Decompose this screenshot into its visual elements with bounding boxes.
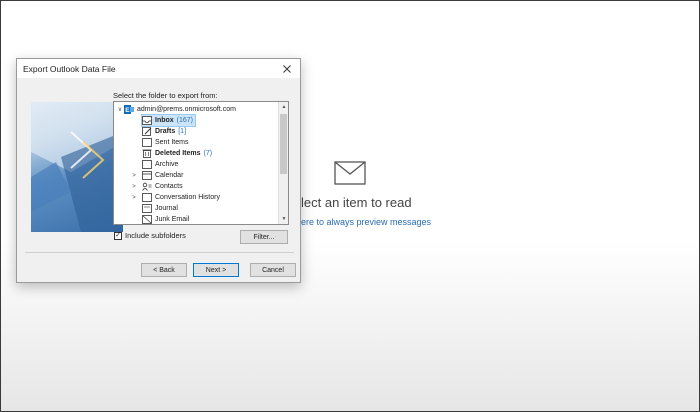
- close-button[interactable]: [274, 59, 300, 79]
- tree-item-journal[interactable]: Journal: [142, 203, 178, 214]
- include-subfolders-label: Include subfolders: [125, 231, 186, 240]
- dialog-titlebar: Export Outlook Data File: [17, 59, 300, 79]
- dialog-title: Export Outlook Data File: [23, 64, 116, 74]
- svg-text:E: E: [125, 107, 130, 114]
- envelope-icon: [334, 161, 366, 185]
- scroll-thumb[interactable]: [280, 114, 287, 174]
- wizard-banner-image: [31, 102, 123, 232]
- expand-chevron-icon[interactable]: >: [130, 195, 138, 201]
- tree-item-label: Journal: [155, 205, 178, 212]
- close-icon: [283, 65, 291, 73]
- always-preview-link[interactable]: ere to always preview messages: [301, 217, 431, 227]
- journal-icon: [142, 204, 152, 213]
- export-dialog: Export Outlook Data File Select the fold…: [16, 58, 301, 283]
- outlook-window: lect an item to read ere to always previ…: [0, 0, 700, 412]
- next-button[interactable]: Next >: [193, 263, 239, 277]
- filter-button[interactable]: Filter...: [240, 230, 288, 244]
- cancel-button[interactable]: Cancel: [250, 263, 296, 277]
- tree-item-count: [1]: [178, 128, 187, 135]
- folder-tree[interactable]: ∨ E admin@prems.onmicrosoft.com Inbox (1…: [113, 101, 289, 225]
- dialog-divider: [25, 252, 294, 253]
- tree-item-calendar[interactable]: > Calendar: [130, 170, 183, 181]
- calendar-icon: [142, 171, 152, 180]
- tree-item-label: Drafts: [155, 128, 176, 135]
- tree-item-junk-email[interactable]: Junk Email: [142, 214, 190, 224]
- expand-chevron-icon[interactable]: >: [130, 173, 138, 179]
- reading-pane: lect an item to read ere to always previ…: [301, 151, 699, 251]
- expand-chevron-icon[interactable]: >: [130, 184, 138, 190]
- tree-item-deleted-items[interactable]: Deleted Items (7): [142, 148, 212, 159]
- drafts-icon: [142, 127, 152, 136]
- tree-item-count: (7): [203, 150, 213, 157]
- tree-item-label: Conversation History: [155, 194, 220, 201]
- tree-item-label: Inbox: [155, 117, 174, 124]
- tree-item-inbox[interactable]: Inbox (167): [140, 114, 197, 127]
- tree-item-archive[interactable]: Archive: [142, 159, 178, 170]
- tree-item-count: (167): [176, 117, 194, 124]
- tree-item-label: Contacts: [155, 183, 183, 190]
- tree-item-conversation-history[interactable]: > Conversation History: [130, 192, 220, 203]
- tree-account-label: admin@prems.onmicrosoft.com: [137, 106, 236, 113]
- tree-item-label: Calendar: [155, 172, 184, 179]
- tree-scrollbar[interactable]: ▲ ▼: [278, 102, 288, 224]
- tree-item-label: Junk Email: [155, 216, 190, 223]
- tree-item-label: Archive: [155, 161, 179, 168]
- empty-reading-pane-message: lect an item to read: [301, 195, 412, 210]
- archive-icon: [142, 160, 152, 169]
- sent-icon: [142, 138, 152, 147]
- select-folder-label: Select the folder to export from:: [113, 91, 218, 100]
- back-button[interactable]: < Back: [141, 263, 187, 277]
- tree-item-label: Sent Items: [155, 139, 189, 146]
- contacts-icon: [142, 182, 152, 191]
- trash-icon: [142, 149, 152, 158]
- folder-icon: [142, 193, 152, 202]
- checkbox-checked-icon[interactable]: ✓: [114, 231, 122, 240]
- outlook-account-icon: E: [124, 105, 134, 114]
- tree-item-drafts[interactable]: Drafts [1]: [142, 126, 186, 137]
- include-subfolders-checkbox[interactable]: ✓ Include subfolders: [114, 231, 186, 240]
- inbox-icon: [142, 116, 152, 125]
- scroll-up-arrow-icon[interactable]: ▲: [279, 102, 288, 112]
- tree-account-row[interactable]: ∨ E admin@prems.onmicrosoft.com: [116, 104, 236, 115]
- scroll-down-arrow-icon[interactable]: ▼: [279, 214, 288, 224]
- tree-item-contacts[interactable]: > Contacts: [130, 181, 183, 192]
- tree-item-label: Deleted Items: [155, 150, 201, 157]
- collapse-chevron-icon[interactable]: ∨: [116, 106, 124, 113]
- tree-item-sent-items[interactable]: Sent Items: [142, 137, 188, 148]
- junk-icon: [142, 215, 152, 224]
